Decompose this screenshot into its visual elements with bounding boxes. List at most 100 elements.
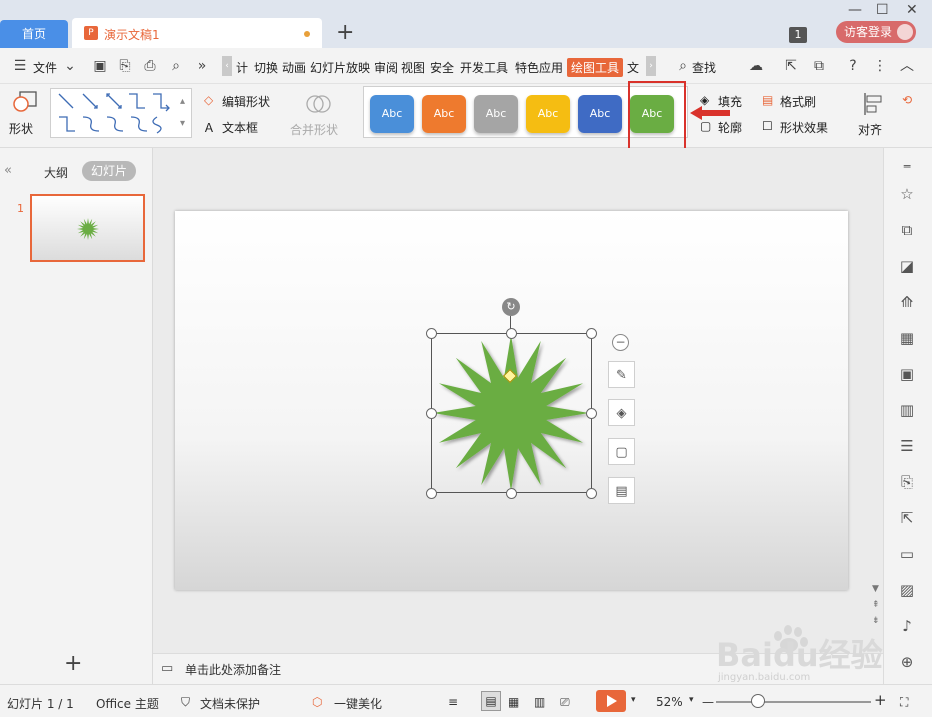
toolbar-handle-icon[interactable]: ═ bbox=[898, 158, 916, 176]
search-icon[interactable]: ⌕ bbox=[675, 58, 691, 74]
table-icon[interactable]: ▦ bbox=[898, 329, 916, 347]
search-button[interactable]: 查找 bbox=[692, 59, 716, 76]
menu-features[interactable]: 特色应用 bbox=[515, 59, 563, 76]
cloud-icon[interactable]: ☁ bbox=[748, 58, 764, 74]
beautify-icon[interactable]: ⬡ bbox=[312, 695, 322, 709]
shape-effects-button[interactable]: 形状效果 bbox=[780, 119, 828, 136]
text-wrap-tool-icon[interactable]: ▤ bbox=[608, 477, 635, 504]
align-button[interactable]: 对齐 bbox=[858, 121, 882, 138]
add-slide-button[interactable]: + bbox=[64, 651, 82, 676]
zoom-slider-track[interactable] bbox=[716, 701, 871, 703]
collapse-tools-button[interactable]: − bbox=[612, 334, 629, 351]
menu-view[interactable]: 视图 bbox=[401, 59, 425, 76]
style-dark-blue[interactable]: Abc bbox=[578, 95, 622, 133]
outline-icon[interactable]: ▢ bbox=[700, 119, 711, 133]
resize-handle-s[interactable] bbox=[506, 488, 517, 499]
shape-icon[interactable] bbox=[12, 90, 40, 114]
beautify-button[interactable]: 一键美化 bbox=[334, 695, 382, 712]
menu-file[interactable]: 文件 bbox=[33, 59, 57, 76]
menu-review[interactable]: 审阅 bbox=[374, 59, 398, 76]
resize-handle-se[interactable] bbox=[586, 488, 597, 499]
reading-view-icon[interactable]: ▥ bbox=[534, 695, 545, 709]
scroll-down-icon[interactable]: ▼ bbox=[872, 584, 879, 594]
shape-fill-tool-icon[interactable]: ◈ bbox=[608, 399, 635, 426]
shape-effects-icon[interactable]: ☐ bbox=[762, 119, 773, 133]
gallery-scroll-down[interactable]: ▾ bbox=[180, 118, 185, 129]
play-options-icon[interactable]: ▾ bbox=[631, 695, 636, 705]
more-icon[interactable]: » bbox=[194, 58, 210, 74]
resize-handle-sw[interactable] bbox=[426, 488, 437, 499]
tab-document[interactable]: P 演示文稿1 bbox=[72, 18, 322, 48]
tab-home[interactable]: 首页 bbox=[0, 20, 68, 48]
style-gray[interactable]: Abc bbox=[474, 95, 518, 133]
print-preview-icon[interactable]: ⎘ bbox=[117, 58, 133, 74]
presenter-icon[interactable]: ⎚ bbox=[560, 695, 570, 710]
resize-handle-ne[interactable] bbox=[586, 328, 597, 339]
fit-window-icon[interactable]: ⛶ bbox=[900, 695, 908, 710]
play-button[interactable] bbox=[596, 690, 626, 712]
style-orange[interactable]: Abc bbox=[422, 95, 466, 133]
align-icon[interactable] bbox=[862, 92, 884, 116]
grid-icon[interactable]: ▣ bbox=[898, 365, 916, 383]
print-icon[interactable]: ⎙ bbox=[142, 58, 158, 74]
zoom-options-icon[interactable]: ▾ bbox=[689, 695, 694, 705]
vertical-scrollbar[interactable]: ▼ ⇞ ⇟ bbox=[870, 148, 883, 653]
edit-shape-icon[interactable]: ◇ bbox=[204, 93, 213, 107]
tab-slides[interactable]: 幻灯片 bbox=[82, 161, 136, 181]
help-icon[interactable]: ? bbox=[845, 58, 861, 74]
share-icon[interactable]: ⇱ bbox=[783, 58, 799, 74]
audio-icon[interactable]: ♪ bbox=[898, 617, 916, 635]
window-count-badge[interactable]: 1 bbox=[789, 27, 807, 43]
rotate-handle-icon[interactable]: ↻ bbox=[502, 298, 520, 316]
menu-developer[interactable]: 开发工具 bbox=[460, 59, 508, 76]
share-export-icon[interactable]: ⇱ bbox=[898, 509, 916, 527]
gallery-scroll-up[interactable]: ▴ bbox=[180, 96, 185, 107]
zoom-in-button[interactable]: + bbox=[874, 691, 887, 709]
menu-scroll-right[interactable]: › bbox=[646, 56, 656, 76]
hamburger-icon[interactable]: ☰ bbox=[12, 58, 28, 74]
zoom-level[interactable]: 52% bbox=[656, 695, 683, 709]
collapse-ribbon-icon[interactable]: ︿ bbox=[899, 58, 915, 74]
menu-drawing-tools[interactable]: 绘图工具 bbox=[567, 58, 624, 77]
resize-handle-nw[interactable] bbox=[426, 328, 437, 339]
prev-slide-icon[interactable]: ⇞ bbox=[872, 600, 880, 610]
menu-slideshow[interactable]: 幻灯片放映 bbox=[310, 59, 370, 76]
shape-gallery[interactable] bbox=[50, 88, 192, 138]
fill-icon[interactable]: ◈ bbox=[700, 93, 709, 107]
transition-icon[interactable]: ⧉ bbox=[898, 221, 916, 239]
resize-handle-n[interactable] bbox=[506, 328, 517, 339]
rotate-icon[interactable]: ⟲ bbox=[902, 93, 912, 107]
save-icon[interactable]: ▣ bbox=[92, 58, 108, 74]
text-box-icon[interactable]: Ａ bbox=[203, 119, 215, 136]
image-search-icon[interactable]: ⎘ bbox=[898, 473, 916, 491]
close-button[interactable]: ✕ bbox=[906, 2, 918, 18]
edit-shape-button[interactable]: 编辑形状 bbox=[222, 93, 270, 110]
collaborate-icon[interactable]: ⧉ bbox=[811, 58, 827, 74]
format-painter-button[interactable]: 格式刷 bbox=[780, 93, 816, 110]
tab-outline[interactable]: 大纲 bbox=[44, 164, 68, 181]
shape-label[interactable]: 形状 bbox=[9, 120, 33, 137]
menu-text-tools[interactable]: 文 bbox=[627, 59, 639, 76]
menu-scroll-left[interactable]: ‹ bbox=[222, 56, 232, 76]
slide-thumbnail[interactable] bbox=[30, 194, 145, 262]
maximize-button[interactable]: ☐ bbox=[876, 2, 889, 18]
menu-animation[interactable]: 动画 bbox=[282, 59, 306, 76]
chart-icon[interactable]: ▥ bbox=[898, 401, 916, 419]
animation-icon[interactable]: ☆ bbox=[898, 185, 916, 203]
shapes-panel-icon[interactable]: ◪ bbox=[898, 257, 916, 275]
normal-view-icon[interactable]: ▤ bbox=[481, 691, 501, 711]
visitor-login-button[interactable]: 访客登录 bbox=[836, 21, 916, 43]
style-gold[interactable]: Abc bbox=[526, 95, 570, 133]
menu-transition[interactable]: 切换 bbox=[254, 59, 278, 76]
theme-name[interactable]: Office 主题 bbox=[96, 695, 159, 712]
zoom-slider-thumb[interactable] bbox=[751, 694, 765, 708]
picture-icon[interactable]: ▨ bbox=[898, 581, 916, 599]
menu-security[interactable]: 安全 bbox=[430, 59, 454, 76]
shape-outline-tool-icon[interactable]: ▢ bbox=[608, 438, 635, 465]
collapse-panel-icon[interactable]: « bbox=[4, 163, 12, 178]
line-shapes-icon[interactable] bbox=[53, 89, 185, 137]
zoom-out-button[interactable]: — bbox=[702, 695, 714, 709]
style-blue[interactable]: Abc bbox=[370, 95, 414, 133]
chevron-down-icon[interactable]: ⌄ bbox=[62, 58, 78, 74]
merge-shapes-button[interactable]: 合并形状 bbox=[290, 121, 338, 138]
